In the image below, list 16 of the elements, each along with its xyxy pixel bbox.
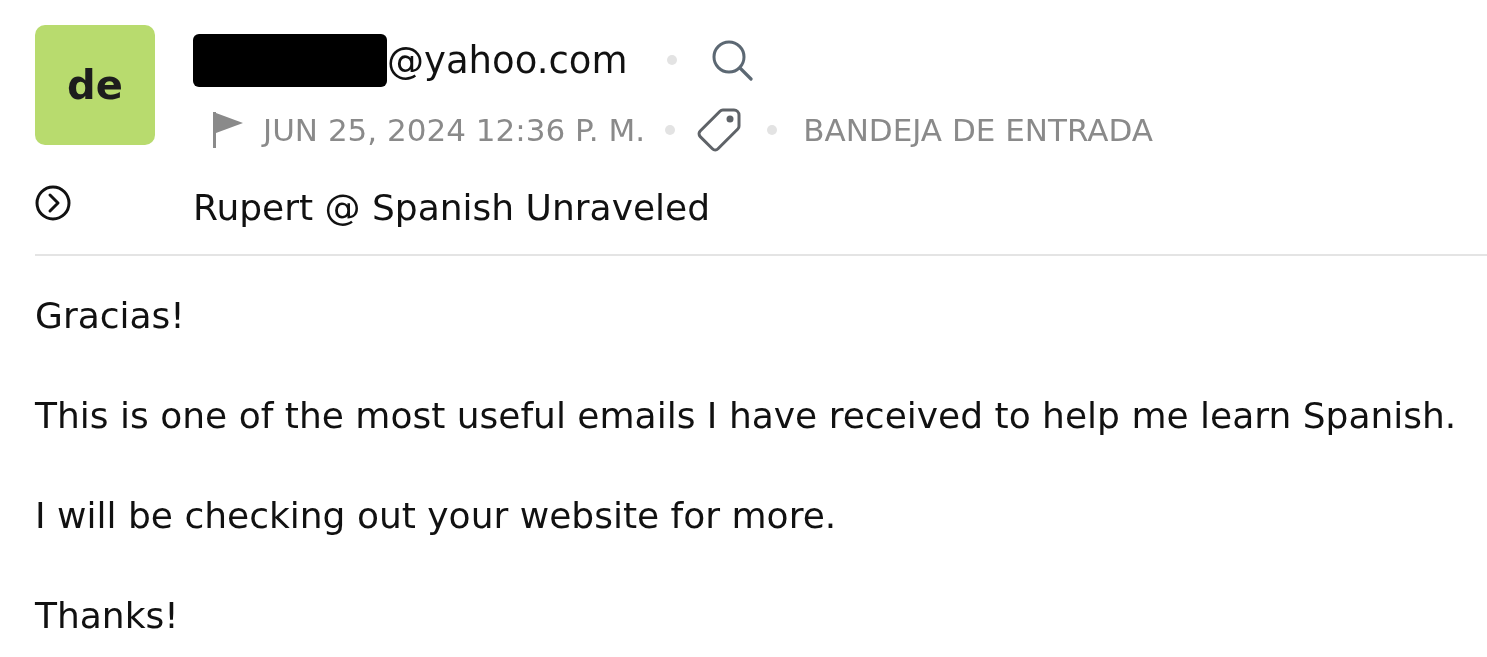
body-paragraph: This is one of the most useful emails I have received to help me learn Spanish. [35, 394, 1457, 438]
sender-address: @yahoo.com [387, 38, 628, 82]
separator-dot-icon [665, 125, 676, 135]
tag-icon[interactable] [697, 108, 742, 152]
separator-dot-icon [767, 125, 778, 135]
body-paragraph: Gracias! [35, 294, 185, 338]
body-paragraph: Thanks! [35, 594, 179, 638]
chevron-circle-icon[interactable] [35, 185, 71, 221]
search-icon[interactable] [711, 39, 754, 81]
folder-label: BANDEJA DE ENTRADA [803, 112, 1153, 148]
email-subject: Rupert @ Spanish Unraveled [193, 187, 711, 228]
date-text: JUN 25, 2024 12:36 P. M. [263, 112, 646, 148]
body-paragraph: I will be checking out your website for more. [35, 494, 837, 538]
separator-dot-icon [667, 55, 678, 65]
avatar: de [35, 25, 155, 145]
flag-icon[interactable] [213, 112, 243, 148]
